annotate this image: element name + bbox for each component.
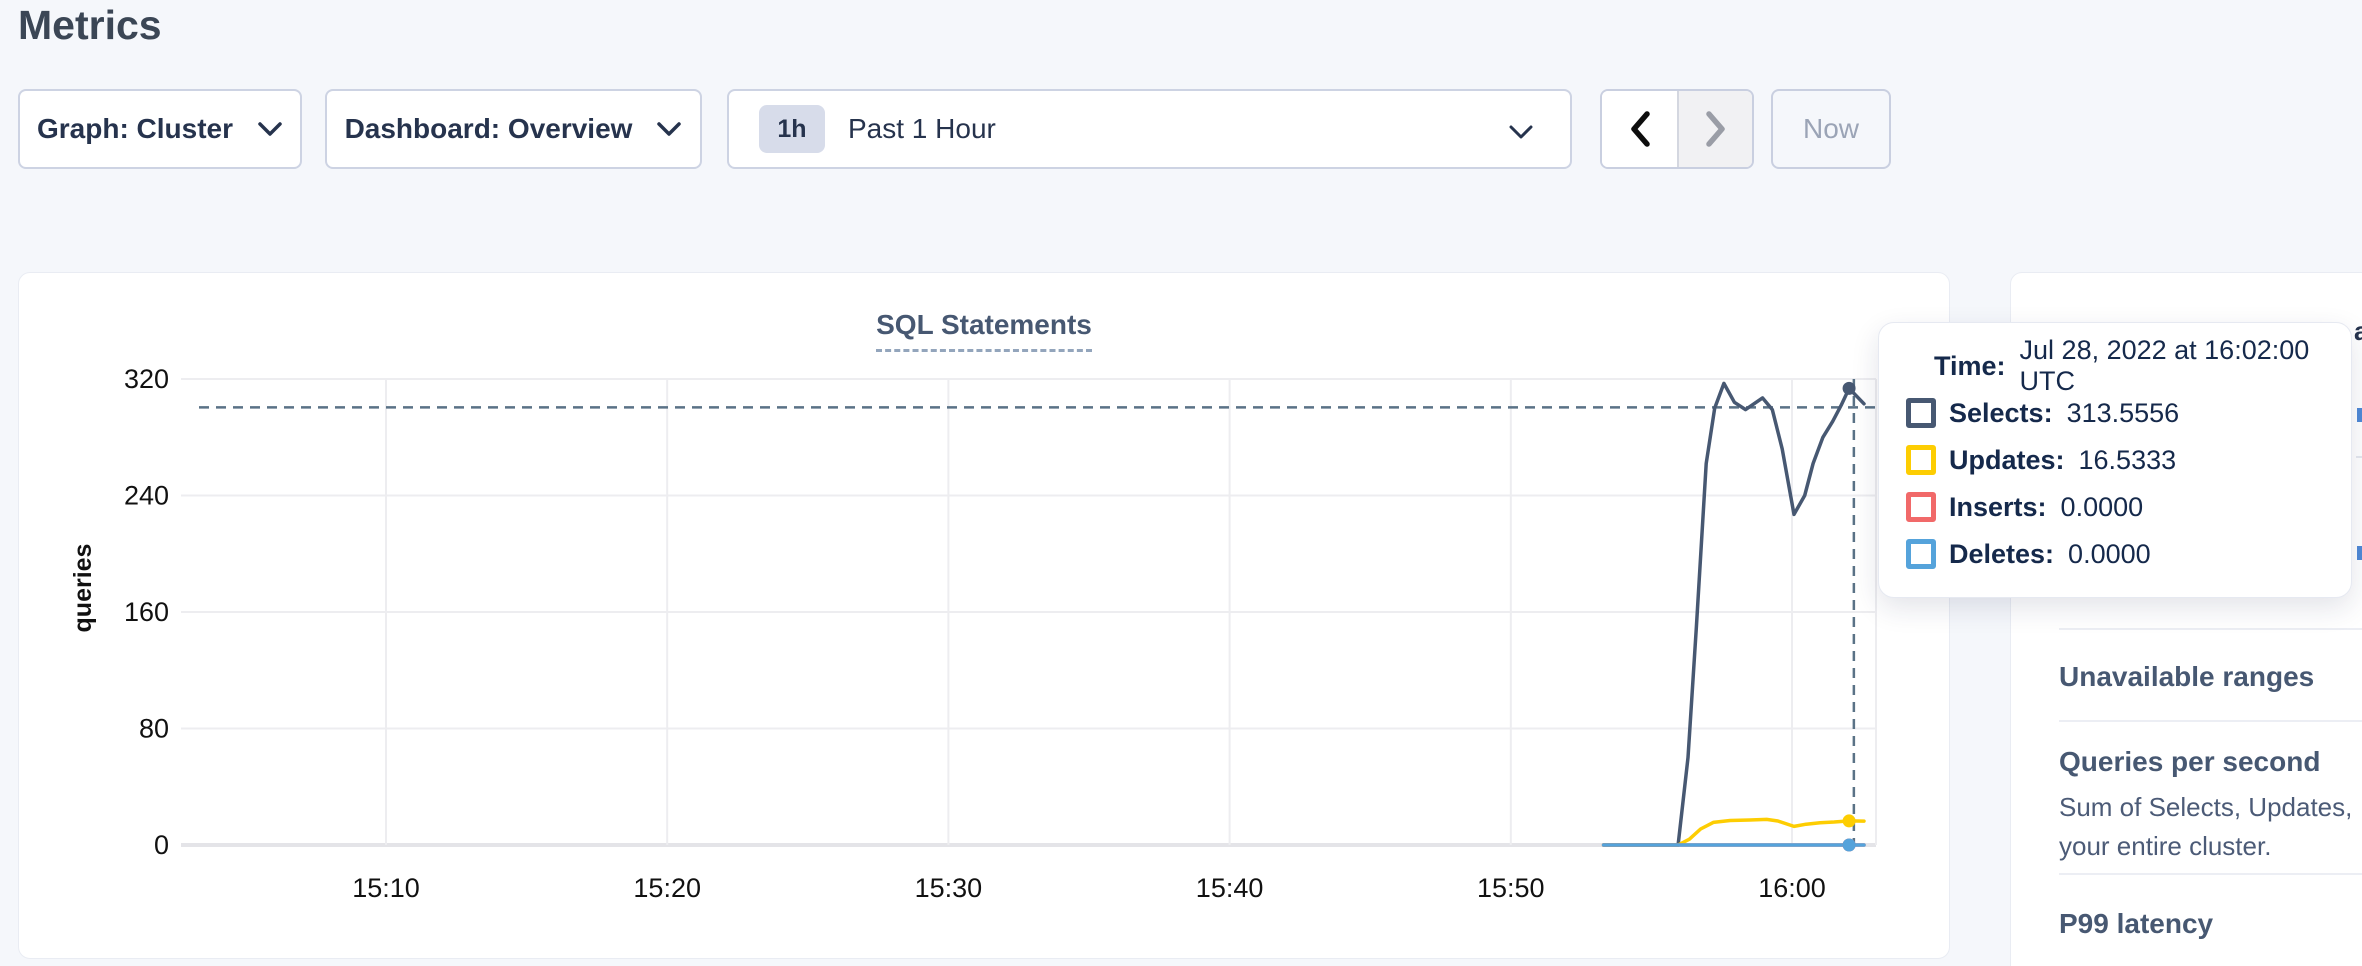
tooltip-series-value: 313.5556 (2067, 398, 2180, 429)
clipped-text: a (2354, 316, 2362, 342)
sidebar-description-line: Sum of Selects, Updates, Inser (2059, 792, 2362, 823)
x-tick-label: 15:10 (352, 873, 420, 903)
sidebar-heading-unavailable-ranges: Unavailable ranges (2059, 661, 2314, 693)
dashboard-selector-dropdown[interactable]: Dashboard: Overview (325, 89, 702, 169)
chevron-down-icon (1508, 124, 1534, 140)
x-tick-label: 15:50 (1477, 873, 1545, 903)
tooltip-series-value: 0.0000 (2061, 492, 2144, 523)
y-tick-label: 160 (124, 597, 169, 627)
time-nav-arrows (1600, 89, 1754, 169)
sidebar-heading-queries-per-second: Queries per second (2059, 746, 2320, 778)
divider (2059, 720, 2362, 722)
tooltip-selects-row: Selects: 313.5556 (1906, 399, 2351, 427)
x-tick-label: 16:00 (1758, 873, 1826, 903)
metrics-page: Metrics Graph: Cluster Dashboard: Overvi… (0, 0, 2362, 966)
time-range-badge: 1h (759, 105, 825, 153)
divider (2059, 628, 2362, 630)
tooltip-updates-row: Updates: 16.5333 (1906, 446, 2351, 474)
prev-timespan-button[interactable] (1602, 91, 1677, 167)
chevron-down-icon (656, 121, 682, 137)
tooltip-series-value: 0.0000 (2068, 539, 2151, 570)
series-updates-line (1604, 819, 1864, 845)
y-axis-label: queries (69, 544, 97, 633)
series-selects-line (1604, 383, 1864, 845)
sql-statements-chart[interactable]: 0 80 160 240 320 15:10 15:20 15:30 15:40 15:50 16:… (19, 273, 1949, 958)
tooltip-time-value: Jul 28, 2022 at 16:02:00 UTC (2020, 335, 2351, 397)
x-tick-label: 15:40 (1196, 873, 1264, 903)
chevron-left-icon (1628, 110, 1652, 148)
tooltip-series-label: Updates: (1949, 445, 2065, 476)
y-tick-label: 240 (124, 481, 169, 511)
hover-dot-deletes (1843, 839, 1856, 852)
chevron-down-icon (257, 121, 283, 137)
x-tick-label: 15:30 (915, 873, 983, 903)
tooltip-series-value: 16.5333 (2079, 445, 2177, 476)
tooltip-series-label: Inserts: (1949, 492, 2047, 523)
graph-selector-label: Graph: Cluster (37, 113, 233, 145)
tooltip-series-label: Selects: (1949, 398, 2053, 429)
dashboard-selector-label: Dashboard: Overview (345, 113, 633, 145)
tooltip-time-row: Time: Jul 28, 2022 at 16:02:00 UTC (1934, 352, 2351, 380)
y-tick-label: 80 (139, 714, 169, 744)
sql-statements-chart-card: SQL Statements 08016024032015:1015:2015:… (18, 272, 1950, 959)
clipped-fragment (2357, 408, 2362, 422)
clipped-fragment (2356, 456, 2362, 458)
updates-swatch-icon (1906, 445, 1936, 475)
hover-dot-updates (1843, 814, 1856, 827)
hover-dot-selects (1843, 382, 1856, 395)
y-tick-label: 0 (154, 830, 169, 860)
tooltip-deletes-row: Deletes: 0.0000 (1906, 540, 2351, 568)
clipped-fragment (2357, 546, 2362, 560)
clipped-fragment: a (2354, 316, 2362, 342)
time-range-selector[interactable]: 1h Past 1 Hour (727, 89, 1572, 169)
deletes-swatch-icon (1906, 539, 1936, 569)
page-title: Metrics (18, 2, 162, 49)
tooltip-inserts-row: Inserts: 0.0000 (1906, 493, 2351, 521)
next-timespan-button[interactable] (1677, 91, 1752, 167)
now-button[interactable]: Now (1771, 89, 1891, 169)
chevron-right-icon (1704, 110, 1728, 148)
x-tick-label: 15:20 (633, 873, 701, 903)
now-button-label: Now (1803, 113, 1859, 145)
time-range-label: Past 1 Hour (848, 113, 996, 145)
tooltip-time-label: Time: (1934, 351, 2006, 382)
divider (2059, 873, 2362, 875)
sidebar-heading-p99-latency: P99 latency (2059, 908, 2213, 940)
chart-hover-tooltip: Time: Jul 28, 2022 at 16:02:00 UTC Selec… (1878, 322, 2352, 598)
graph-selector-dropdown[interactable]: Graph: Cluster (18, 89, 302, 169)
tooltip-series-label: Deletes: (1949, 539, 2054, 570)
inserts-swatch-icon (1906, 492, 1936, 522)
sidebar-description-line: your entire cluster. (2059, 831, 2271, 862)
selects-swatch-icon (1906, 398, 1936, 428)
y-tick-label: 320 (124, 364, 169, 394)
